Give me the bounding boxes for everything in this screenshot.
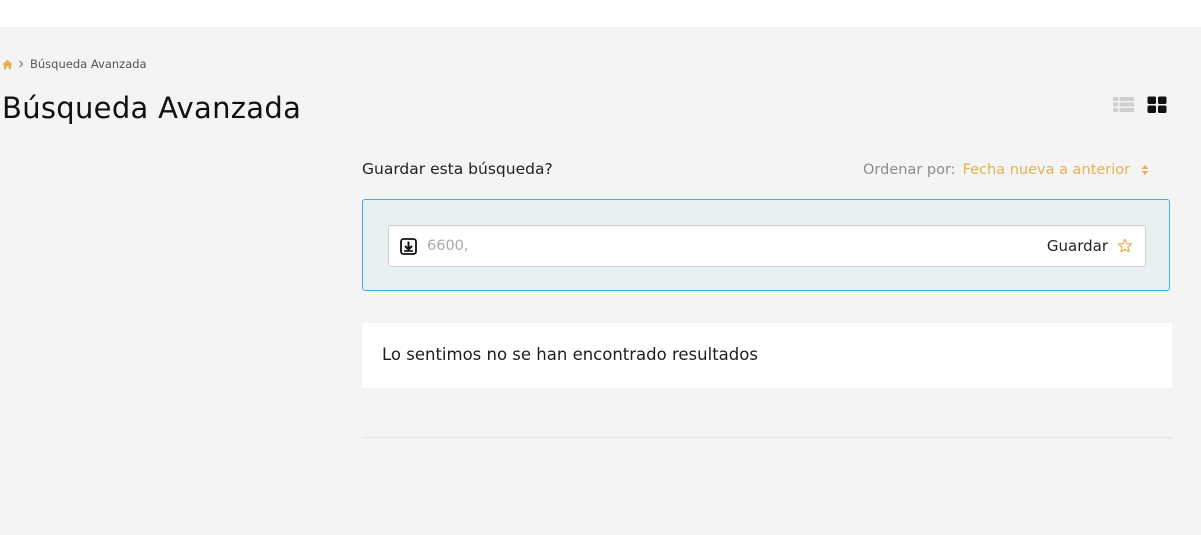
search-name-input[interactable] <box>427 234 987 258</box>
save-search-button[interactable]: Guardar <box>1047 234 1133 258</box>
breadcrumb: Búsqueda Avanzada <box>2 56 147 72</box>
star-outline-icon <box>1117 238 1133 254</box>
sort-label: Ordenar por: <box>863 162 956 178</box>
save-search-box: Guardar <box>388 225 1146 267</box>
save-search-prompt: Guardar esta búsqueda? <box>362 160 553 178</box>
chevron-right-icon <box>16 59 26 69</box>
sort-select[interactable]: Fecha nueva a anterior <box>963 160 1131 180</box>
grid-view-icon[interactable] <box>1147 95 1167 114</box>
list-view-icon[interactable] <box>1113 95 1134 114</box>
save-search-panel: Guardar <box>362 199 1170 291</box>
no-results-message: Lo sentimos no se han encontrado resulta… <box>382 345 758 364</box>
top-bar <box>0 0 1201 27</box>
save-search-label: Guardar <box>1046 237 1108 255</box>
sort-control: Ordenar por: Fecha nueva a anterior <box>863 160 1150 180</box>
results-panel: Lo sentimos no se han encontrado resulta… <box>362 323 1172 388</box>
page-title: Búsqueda Avanzada <box>2 91 302 125</box>
sort-arrows-icon[interactable] <box>1140 163 1150 177</box>
home-icon[interactable] <box>2 59 13 70</box>
breadcrumb-current: Búsqueda Avanzada <box>30 57 147 71</box>
load-search-icon[interactable] <box>400 238 417 255</box>
divider <box>362 437 1172 438</box>
